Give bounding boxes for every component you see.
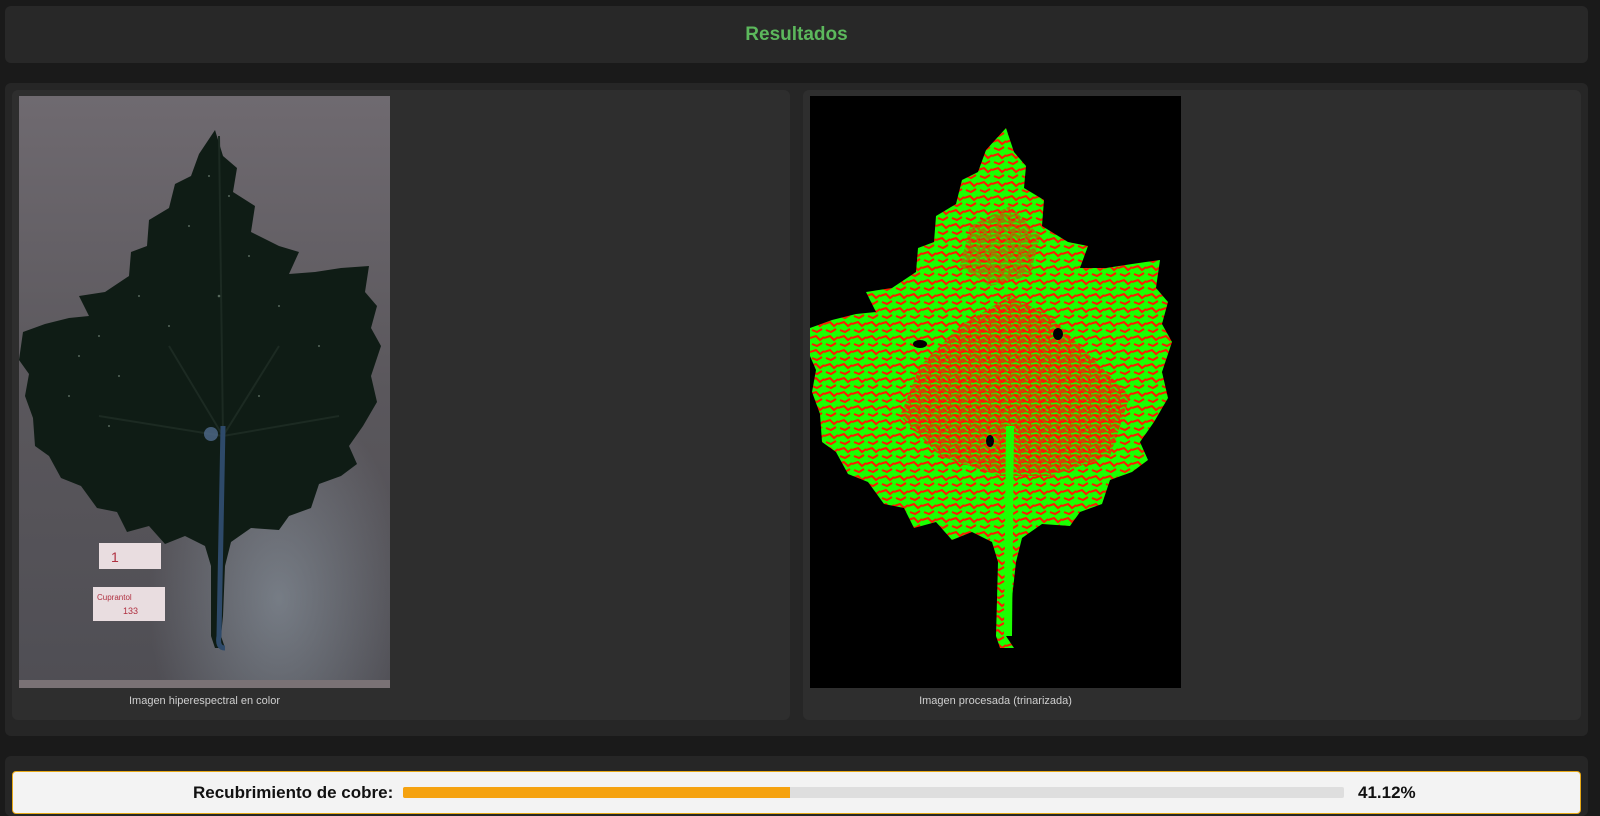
copper-coverage-section: Recubrimiento de cobre: 41.12% <box>5 756 1588 816</box>
panel-hyperspectral: 1 Cuprantol 133 Imagen hiperespectral en… <box>12 90 790 720</box>
svg-text:1: 1 <box>111 549 119 565</box>
sample-label-2: Cuprantol 133 <box>93 587 165 621</box>
copper-coverage-bar-fill <box>403 787 790 798</box>
copper-coverage-label: Recubrimiento de cobre: <box>193 783 394 802</box>
copper-coverage-card: Recubrimiento de cobre: 41.12% <box>12 771 1581 814</box>
svg-text:133: 133 <box>123 606 138 616</box>
copper-coverage-value: 41.12% <box>1358 783 1416 802</box>
hyperspectral-caption: Imagen hiperespectral en color <box>128 695 281 707</box>
results-header: Resultados <box>5 6 1588 63</box>
processed-caption: Imagen procesada (trinarizada) <box>919 695 1072 707</box>
sample-label-1: 1 <box>99 543 161 569</box>
page-title: Resultados <box>745 23 848 45</box>
panel-processed: Imagen procesada (trinarizada) <box>803 90 1581 720</box>
svg-text:Cuprantol: Cuprantol <box>97 593 132 602</box>
copper-coverage-bar <box>403 787 1344 798</box>
processed-image <box>810 96 1181 688</box>
results-section: 1 Cuprantol 133 Imagen hiperespectral en… <box>5 83 1588 736</box>
hyperspectral-image: 1 Cuprantol 133 <box>19 96 390 688</box>
